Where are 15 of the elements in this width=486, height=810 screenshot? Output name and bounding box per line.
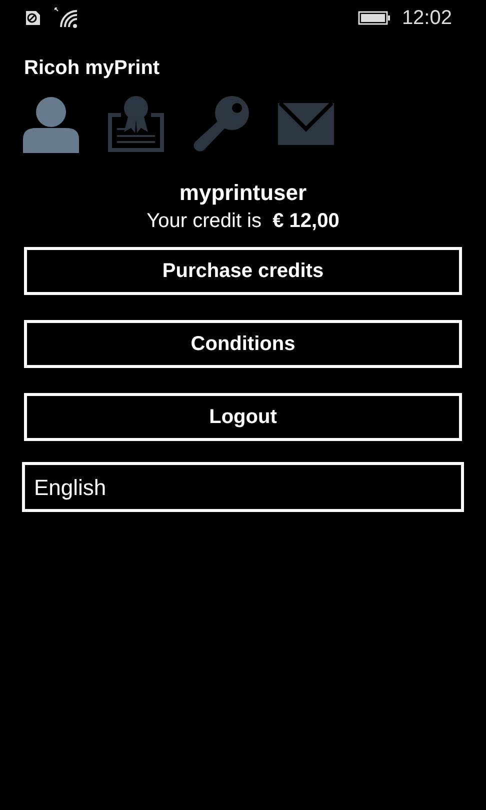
credit-text: Your credit is € 12,00	[146, 209, 340, 234]
wifi-icon	[54, 7, 80, 29]
action-button[interactable]: Logout	[24, 393, 462, 441]
person-icon	[22, 95, 80, 153]
tab[interactable]	[22, 95, 80, 153]
app-title: Ricoh myPrint	[24, 56, 160, 81]
action-button[interactable]: Purchase credits	[24, 247, 462, 295]
username: myprintuser	[179, 179, 307, 207]
sim-icon	[24, 9, 42, 27]
certificate-icon	[107, 95, 165, 153]
language-dropdown[interactable]: English	[22, 462, 464, 512]
battery-icon	[358, 11, 390, 25]
clock-time: 12:02	[402, 6, 452, 31]
action-button[interactable]: Conditions	[24, 320, 462, 368]
key-icon	[192, 95, 250, 153]
